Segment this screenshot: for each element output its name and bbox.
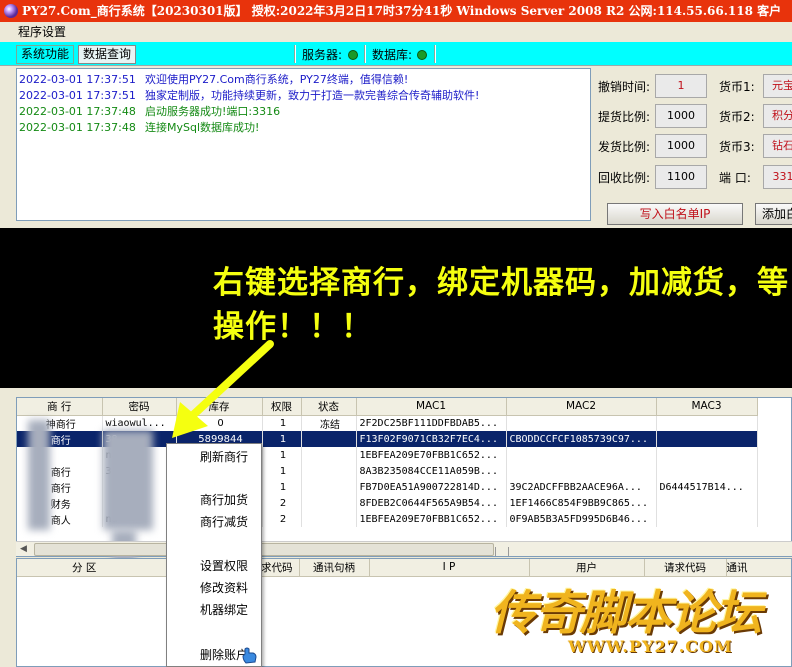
redaction-mask (103, 430, 153, 530)
table-cell: 2 (262, 495, 302, 511)
server-status-icon (348, 50, 358, 60)
cursor-hand-icon (242, 647, 257, 664)
table-cell (301, 495, 357, 511)
scroll-thumb[interactable] (34, 543, 509, 556)
col-header[interactable]: MAC2 (506, 398, 657, 416)
write-whitelist-button[interactable]: 写入白名单IP (607, 203, 743, 225)
table-cell (301, 463, 357, 479)
table-cell: D6444517B14... (656, 479, 758, 495)
withdraw-ratio-field[interactable]: 1000 (655, 104, 707, 128)
table-cell: 2 (262, 511, 302, 527)
log-line: 2022-03-01 17:37:48 启动服务器成功!端口:3316 (19, 105, 281, 118)
menu-item-refresh[interactable]: 刷新商行 (200, 448, 248, 466)
cancel-time-field[interactable]: 1 (655, 74, 707, 98)
db-status-label: 数据库: (372, 48, 413, 62)
withdraw-ratio-label: 提货比例: (598, 110, 651, 124)
watermark-url: WWW.PY27.COM (568, 637, 733, 656)
table-cell (301, 447, 357, 463)
app-icon (4, 4, 18, 18)
menu-item-add-stock[interactable]: 商行加货 (200, 491, 248, 509)
log-line: 2022-03-01 17:37:51 独家定制版，功能持续更新，致力于打造一款完… (19, 89, 480, 102)
log-panel[interactable]: 2022-03-01 17:37:51 欢迎使用PY27.Com商行系统，PY27… (16, 68, 591, 221)
col-header[interactable]: 分 区 (17, 559, 168, 577)
table-cell: CBODDCCFCF1085739C97... (506, 431, 657, 447)
table-cell: 1EBFEA209E70FBB1C652... (356, 511, 507, 527)
table-cell (506, 463, 657, 479)
currency2-field[interactable]: 积分 (763, 104, 792, 128)
add-whitelist-button[interactable]: 添加白 (755, 203, 792, 225)
table-cell: 1 (262, 479, 302, 495)
table-row[interactable]: 神商行 wiaowul... 0 1 冻结 2F2DC25BF111DDFBDAB5... (17, 415, 758, 431)
table-cell (656, 495, 758, 511)
currency1-label: 货币1: (719, 80, 755, 94)
title-bar: PY27.Com_商行系统【20230301版】 授权:2022年3月2日17时… (0, 0, 792, 22)
table-cell: 1EBFEA209E70FBB1C652... (356, 447, 507, 463)
pointer-arrow-icon (172, 340, 274, 438)
table-cell: FB7D0EA51A900722814D... (356, 479, 507, 495)
menu-item-reduce-stock[interactable]: 商行减货 (200, 513, 248, 531)
tab-bar: 系统功能 数据查询 服务器: 数据库: (0, 42, 792, 66)
table-cell (301, 431, 357, 447)
col-header[interactable]: 商 行 (17, 398, 103, 416)
tab-query[interactable]: 数据查询 (78, 45, 137, 64)
recycle-ratio-field[interactable]: 1100 (655, 165, 707, 189)
annotation-text: 右键选择商行，绑定机器码，加减货，等操作！！！ (213, 265, 789, 345)
grid-header: 商 行 密码 库存 权限 状态 MAC1 MAC2 MAC3 (17, 398, 758, 416)
table-cell (656, 415, 758, 431)
menu-item-set-permission[interactable]: 设置权限 (200, 557, 248, 575)
table-cell (301, 511, 357, 527)
col-header[interactable]: MAC3 (656, 398, 758, 416)
divider (364, 45, 366, 63)
table-cell (301, 479, 357, 495)
port-field[interactable]: 331 (763, 165, 792, 189)
context-menu: 刷新商行 商行加货 商行减货 设置权限 修改资料 机器绑定 删除账户 (166, 443, 262, 667)
ship-ratio-label: 发货比例: (598, 140, 651, 154)
table-cell: 8FDEB2C0644F565A9B54... (356, 495, 507, 511)
recycle-ratio-label: 回收比例: (598, 171, 651, 185)
currency3-field[interactable]: 钻石 (763, 134, 792, 158)
tab-system[interactable]: 系统功能 (16, 45, 75, 64)
port-label: 端 口: (719, 171, 751, 185)
log-line: 2022-03-01 17:37:48 连接MySql数据库成功! (19, 121, 260, 134)
table-cell: 1EF1466C854F9BB9C865... (506, 495, 657, 511)
cancel-time-label: 撤销时间: (598, 80, 651, 94)
log-line: 2022-03-01 17:37:51 欢迎使用PY27.Com商行系统，PY27… (19, 73, 409, 86)
currency1-field[interactable]: 元宝 (763, 74, 792, 98)
window-title: PY27.Com_商行系统【20230301版】 授权:2022年3月2日17时… (22, 4, 782, 18)
db-status-icon (417, 50, 427, 60)
currency2-label: 货币2: (719, 110, 755, 124)
table-cell: 1 (262, 447, 302, 463)
table-cell: 39C2ADCFFBB2AACE96A... (506, 479, 657, 495)
table-cell: 0F9AB5B3A5FD995D6B46... (506, 511, 657, 527)
scroll-left-icon[interactable]: ◀ (20, 544, 27, 554)
currency3-label: 货币3: (719, 140, 755, 154)
watermark-text: 传奇脚本论坛 (490, 586, 762, 641)
table-cell (656, 511, 758, 527)
table-cell (506, 415, 657, 431)
col-header[interactable]: MAC1 (356, 398, 507, 416)
table-cell: 1 (262, 463, 302, 479)
table-cell: F13F02F9071CB32F7EC4... (356, 431, 507, 447)
col-header[interactable]: 通讯句柄 (299, 559, 370, 577)
server-status-label: 服务器: (302, 48, 343, 62)
watermark-logo: 传奇脚本论坛 WWW.PY27.COM (490, 574, 792, 667)
menu-settings[interactable]: 程序设置 (18, 25, 66, 39)
table-cell: 8A3B235084CCE11A059B... (356, 463, 507, 479)
redaction-mask (28, 420, 50, 530)
horizontal-scrollbar[interactable]: ◀ (16, 541, 792, 556)
ship-ratio-field[interactable]: 1000 (655, 134, 707, 158)
table-cell: 2F2DC25BF111DDFBDAB5... (356, 415, 507, 431)
menu-item-edit-info[interactable]: 修改资料 (200, 579, 248, 597)
divider (294, 45, 296, 63)
menu-item-bind-machine[interactable]: 机器绑定 (200, 601, 248, 619)
table-cell (656, 447, 758, 463)
table-cell (656, 431, 758, 447)
table-cell (506, 447, 657, 463)
menu-bar: 程序设置 (0, 22, 792, 42)
table-cell (656, 463, 758, 479)
divider (434, 45, 436, 63)
col-header[interactable]: 状态 (301, 398, 357, 416)
table-cell: 冻结 (301, 415, 357, 431)
